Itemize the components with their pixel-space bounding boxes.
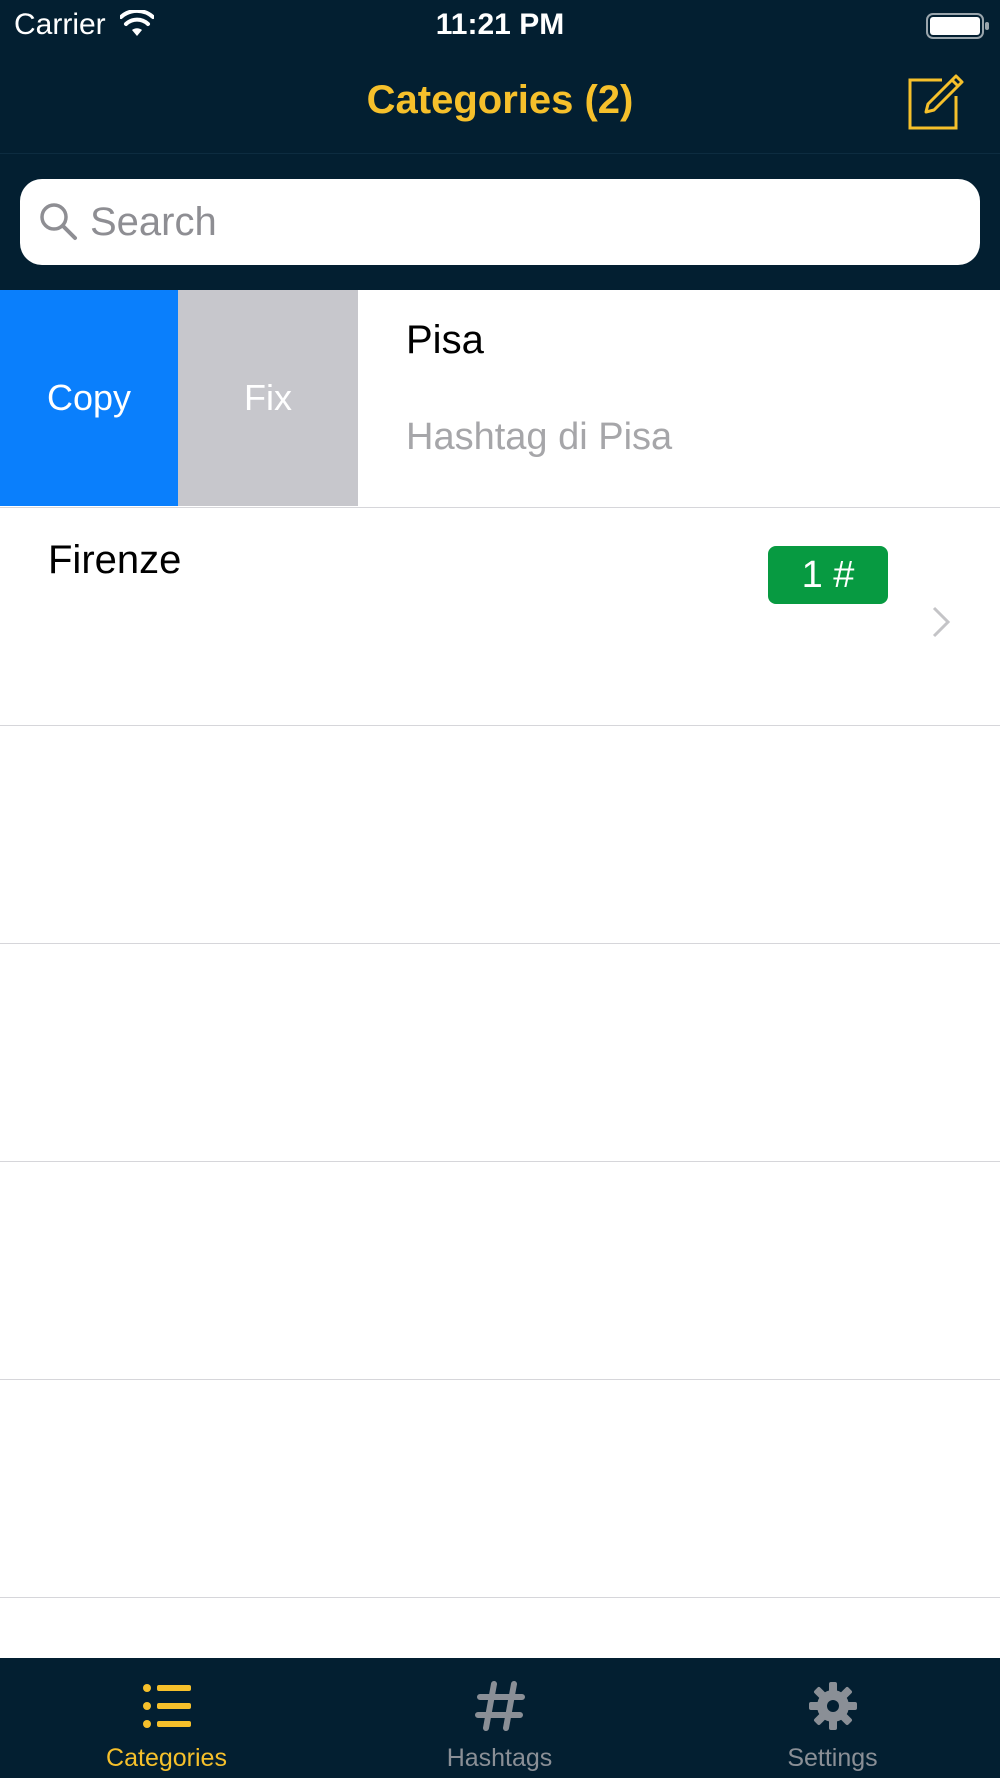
category-list: Copy Fix Pisa Hashtag di Pisa Firenze 1 … [0, 290, 1000, 1658]
navigation-bar: Categories (2) [0, 50, 1000, 154]
empty-row [0, 1162, 1000, 1380]
category-title: Firenze [48, 538, 182, 582]
status-bar: Carrier 11:21 PM [0, 0, 1000, 50]
battery-icon [926, 13, 989, 39]
compose-icon [908, 74, 964, 130]
tab-bar: Categories Hashtags Settings [0, 1658, 1000, 1778]
tab-categories[interactable]: Categories [0, 1658, 333, 1778]
compose-button[interactable] [902, 70, 966, 134]
fix-button[interactable]: Fix [178, 290, 358, 506]
status-time: 11:21 PM [435, 8, 565, 41]
search-field[interactable] [20, 179, 980, 265]
tab-label: Hashtags [446, 1744, 553, 1772]
chevron-right-icon [932, 606, 951, 638]
category-subtitle: Hashtag di Pisa [406, 416, 673, 458]
list-icon [143, 1684, 191, 1728]
list-item[interactable]: Copy Fix Pisa Hashtag di Pisa [0, 290, 1000, 508]
search-icon [40, 203, 77, 240]
hashtag-count-badge: 1 # [768, 546, 888, 604]
tab-settings[interactable]: Settings [666, 1658, 999, 1778]
search-input[interactable] [90, 179, 960, 265]
search-bar [0, 154, 1000, 290]
tab-hashtags[interactable]: Hashtags [333, 1658, 666, 1778]
tab-label: Categories [106, 1744, 227, 1772]
hashtag-icon [475, 1681, 525, 1731]
list-item[interactable]: Firenze 1 # [0, 508, 1000, 726]
copy-button[interactable]: Copy [0, 290, 178, 506]
tab-label: Settings [787, 1744, 878, 1772]
empty-row [0, 726, 1000, 944]
empty-row [0, 944, 1000, 1162]
empty-row [0, 1380, 1000, 1598]
category-title: Pisa [406, 318, 484, 362]
page-title: Categories (2) [366, 78, 634, 122]
gear-icon [809, 1682, 857, 1730]
